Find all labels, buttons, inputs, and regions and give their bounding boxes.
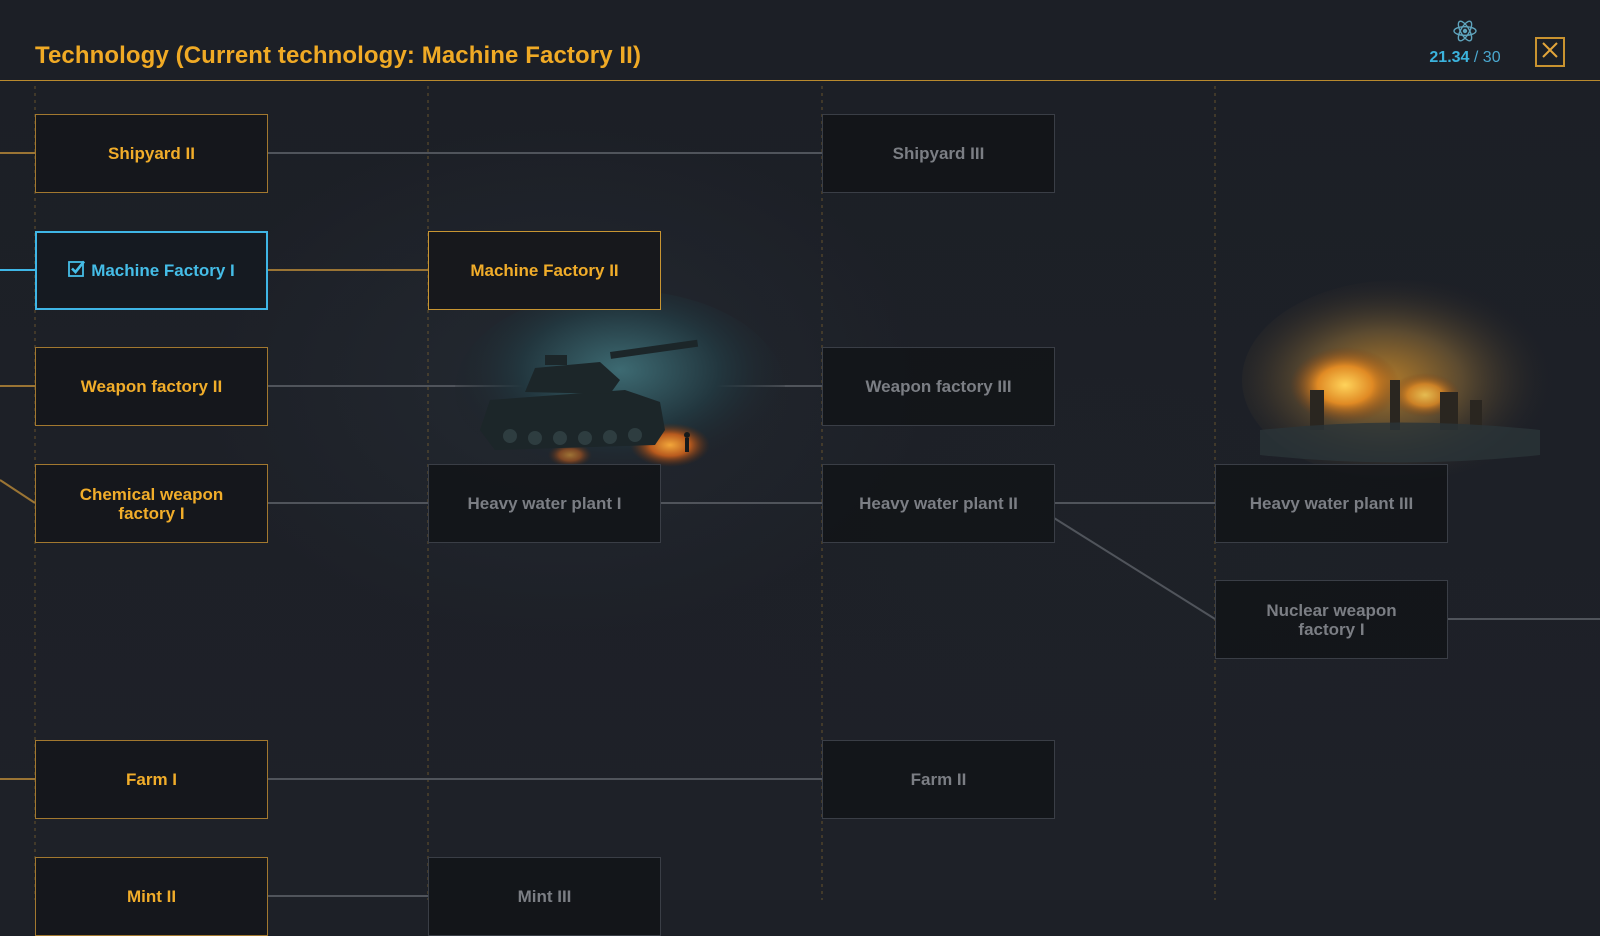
tech-node-machine-factory-2[interactable]: Machine Factory II bbox=[428, 231, 661, 310]
research-separator: / bbox=[1469, 49, 1483, 66]
research-points: 21.34 / 30 bbox=[1410, 18, 1520, 67]
research-current: 21.34 bbox=[1429, 49, 1470, 66]
research-max: 30 bbox=[1482, 49, 1501, 66]
atom-icon bbox=[1410, 18, 1520, 44]
tech-node-heavy-water-plant-2[interactable]: Heavy water plant II bbox=[822, 464, 1055, 543]
page-title: Technology (Current technology: Machine … bbox=[35, 42, 642, 69]
tech-node-label: Heavy water plant I bbox=[467, 494, 622, 513]
tech-node-heavy-water-plant-1[interactable]: Heavy water plant I bbox=[428, 464, 661, 543]
tech-node-shipyard-2[interactable]: Shipyard II bbox=[35, 114, 268, 193]
tech-node-machine-factory-1[interactable]: Machine Factory I bbox=[35, 231, 268, 310]
checkmark-icon bbox=[68, 260, 86, 281]
tech-node-label: Weapon factory III bbox=[865, 377, 1012, 396]
tech-node-label: Shipyard III bbox=[892, 144, 985, 163]
tech-node-nuclear-weapon-factory-1[interactable]: Nuclear weapon factory I bbox=[1215, 580, 1448, 659]
tech-node-mint-2[interactable]: Mint II bbox=[35, 857, 268, 936]
tech-node-label: Heavy water plant II bbox=[859, 494, 1018, 513]
tech-node-weapon-factory-3[interactable]: Weapon factory III bbox=[822, 347, 1055, 426]
tech-node-label: Machine Factory II bbox=[470, 261, 619, 280]
tech-node-label: Machine Factory I bbox=[91, 261, 235, 280]
tech-node-mint-3[interactable]: Mint III bbox=[428, 857, 661, 936]
tech-node-label: Heavy water plant III bbox=[1249, 494, 1414, 513]
tech-node-label: Weapon factory II bbox=[80, 377, 223, 396]
tech-node-shipyard-3[interactable]: Shipyard III bbox=[822, 114, 1055, 193]
header-bar: Technology (Current technology: Machine … bbox=[0, 0, 1600, 81]
tech-node-label: Mint II bbox=[126, 887, 177, 906]
tech-node-label: Farm I bbox=[125, 770, 178, 789]
tech-node-farm-1[interactable]: Farm I bbox=[35, 740, 268, 819]
close-icon bbox=[1542, 41, 1558, 63]
tech-node-weapon-factory-2[interactable]: Weapon factory II bbox=[35, 347, 268, 426]
tech-node-label: Nuclear weapon factory I bbox=[1266, 600, 1397, 639]
tech-node-label: Chemical weapon factory I bbox=[79, 484, 224, 523]
tech-node-label: Farm II bbox=[910, 770, 967, 789]
tech-node-farm-2[interactable]: Farm II bbox=[822, 740, 1055, 819]
tech-node-label: Mint III bbox=[517, 887, 572, 906]
tech-node-chemical-weapon-factory-1[interactable]: Chemical weapon factory I bbox=[35, 464, 268, 543]
tech-node-label: Shipyard II bbox=[108, 144, 195, 163]
tech-node-heavy-water-plant-3[interactable]: Heavy water plant III bbox=[1215, 464, 1448, 543]
close-button[interactable] bbox=[1535, 37, 1565, 67]
